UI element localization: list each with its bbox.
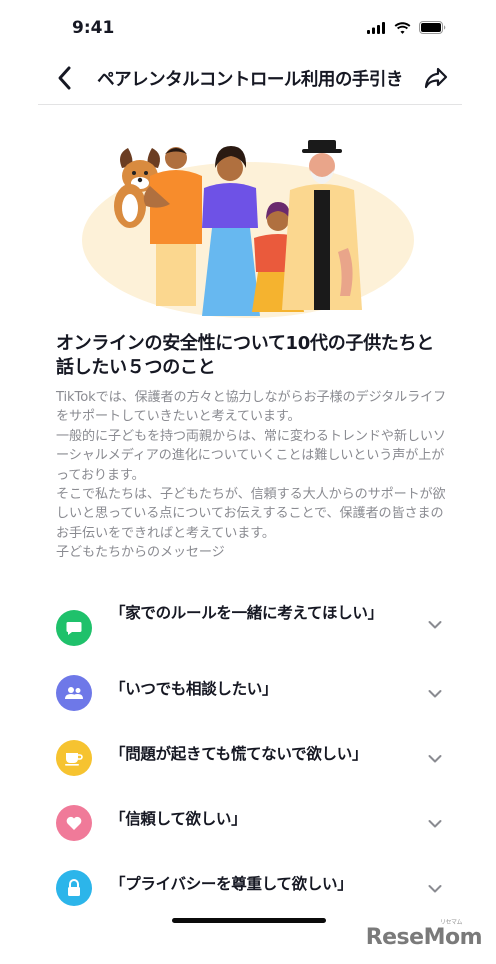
nav-bar: ペアレンタルコントロール利用の手引き	[38, 58, 462, 105]
battery-icon	[419, 21, 446, 34]
people-icon	[65, 687, 83, 699]
message-item-consult[interactable]: 「いつでも相談したい」	[52, 661, 448, 726]
messages-intro: 子どもたちからのメッセージ	[56, 545, 225, 561]
message-icon-circle	[56, 805, 92, 841]
wifi-icon	[394, 21, 411, 34]
status-time: 9:41	[72, 18, 115, 38]
share-icon[interactable]	[424, 66, 448, 90]
chevron-down-icon[interactable]	[428, 819, 442, 829]
message-icon-circle	[56, 675, 92, 711]
message-label: 「信頼して欲しい」	[110, 810, 247, 828]
message-label: 「いつでも相談したい」	[110, 680, 278, 698]
watermark-logo: リセマム ReseMom	[365, 919, 483, 950]
message-item-trust[interactable]: 「信頼して欲しい」	[52, 791, 448, 856]
cellular-signal-icon	[367, 21, 385, 34]
body-paragraph: 一般的に子どもを持つ両親からは、常に変わるトレンドや新しいソーシャルメディアの進…	[56, 428, 446, 483]
back-arrow-icon[interactable]	[54, 64, 76, 92]
message-label: 「問題が起きても慌てないで欲しい」	[110, 745, 368, 763]
section-body: TikTokでは、保護者の方々と協力しながらお子様のデジタルライフをサポートして…	[56, 388, 448, 563]
message-item-dont-panic[interactable]: 「問題が起きても慌てないで欲しい」	[52, 726, 448, 791]
status-bar: 9:41	[0, 0, 496, 58]
chevron-down-icon[interactable]	[428, 884, 442, 894]
message-icon-circle	[56, 870, 92, 906]
status-icons	[367, 21, 446, 34]
section-heading: オンラインの安全性について10代の子供たちと話したい５つのこと	[56, 333, 434, 378]
watermark-text: ReseMom	[365, 925, 483, 950]
messages-list: 「家でのルールを一緒に考えてほしい」 「いつでも相談したい」 「問題が起きても慌…	[52, 596, 448, 921]
home-indicator[interactable]	[172, 918, 326, 923]
message-label: 「家でのルールを一緒に考えてほしい」	[110, 604, 383, 622]
message-icon-circle	[56, 740, 92, 776]
body-paragraph: TikTokでは、保護者の方々と協力しながらお子様のデジタルライフをサポートして…	[56, 390, 447, 425]
chevron-down-icon[interactable]	[428, 689, 442, 699]
chevron-down-icon[interactable]	[428, 620, 442, 630]
family-illustration	[82, 140, 414, 318]
message-item-house-rules[interactable]: 「家でのルールを一緒に考えてほしい」	[52, 596, 448, 661]
lock-icon	[68, 879, 80, 896]
chat-bubble-icon	[66, 622, 82, 635]
message-item-privacy[interactable]: 「プライバシーを尊重して欲しい」	[52, 856, 448, 921]
message-icon-circle	[56, 610, 92, 646]
page-title: ペアレンタルコントロール利用の手引き	[97, 70, 403, 90]
chevron-down-icon[interactable]	[428, 754, 442, 764]
heart-icon	[66, 816, 82, 830]
body-paragraph: そこで私たちは、子どもたちが、信頼する大人からのサポートが欲しいと思っている点に…	[56, 487, 446, 541]
coffee-cup-icon	[65, 753, 83, 766]
message-label: 「プライバシーを尊重して欲しい」	[110, 875, 353, 893]
watermark-kana: リセマム	[439, 919, 463, 926]
